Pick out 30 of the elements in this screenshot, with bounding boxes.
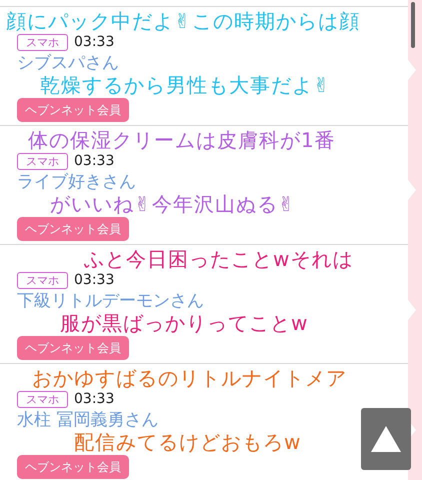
scrollbar-thumb[interactable]	[411, 2, 415, 48]
user-name[interactable]: シブスパさん	[17, 53, 119, 74]
caption-text: 体の保湿クリームは皮膚科が1番	[28, 129, 336, 152]
pointer-notch	[408, 60, 416, 80]
user-name[interactable]: ライブ好きさん	[17, 172, 136, 193]
member-button[interactable]: ヘブンネット会員	[17, 455, 129, 479]
device-tag: スマホ	[17, 390, 68, 408]
comment-time: 03:33	[74, 391, 114, 407]
user-name[interactable]: 水柱 冨岡義勇さん	[17, 410, 158, 431]
member-button[interactable]: ヘブンネット会員	[17, 98, 129, 122]
device-tag: スマホ	[17, 34, 68, 50]
caption-text: 乾燥するから男性も大事だよ✌	[40, 74, 331, 97]
device-tag: スマホ	[17, 152, 68, 170]
comment-time: 03:33	[74, 272, 114, 288]
scroll-top-button[interactable]	[361, 408, 411, 470]
user-name[interactable]: 下級リトルデーモンさん	[17, 291, 204, 312]
caption-text: 顔にパック中だよ✌この時期からは顔	[6, 10, 360, 33]
caption-text: 服が黒ばっかりってことw	[60, 312, 308, 335]
caption-text: おかゆすばるのリトルナイトメア	[32, 367, 347, 390]
device-tag: スマホ	[17, 272, 68, 288]
member-button[interactable]: ヘブンネット会員	[17, 336, 129, 360]
caption-text: ふと今日困ったことwそれは	[84, 248, 354, 271]
member-button[interactable]: ヘブンネット会員	[17, 217, 129, 241]
pointer-notch	[408, 180, 416, 200]
caption-text: 配信みてるけどおもろw	[74, 431, 302, 454]
caption-text: がいいね✌今年沢山ぬる✌	[50, 193, 296, 216]
up-triangle-icon	[371, 426, 401, 452]
comment-time: 03:33	[74, 34, 114, 50]
pointer-notch	[408, 300, 416, 320]
comment-time: 03:33	[74, 153, 114, 169]
